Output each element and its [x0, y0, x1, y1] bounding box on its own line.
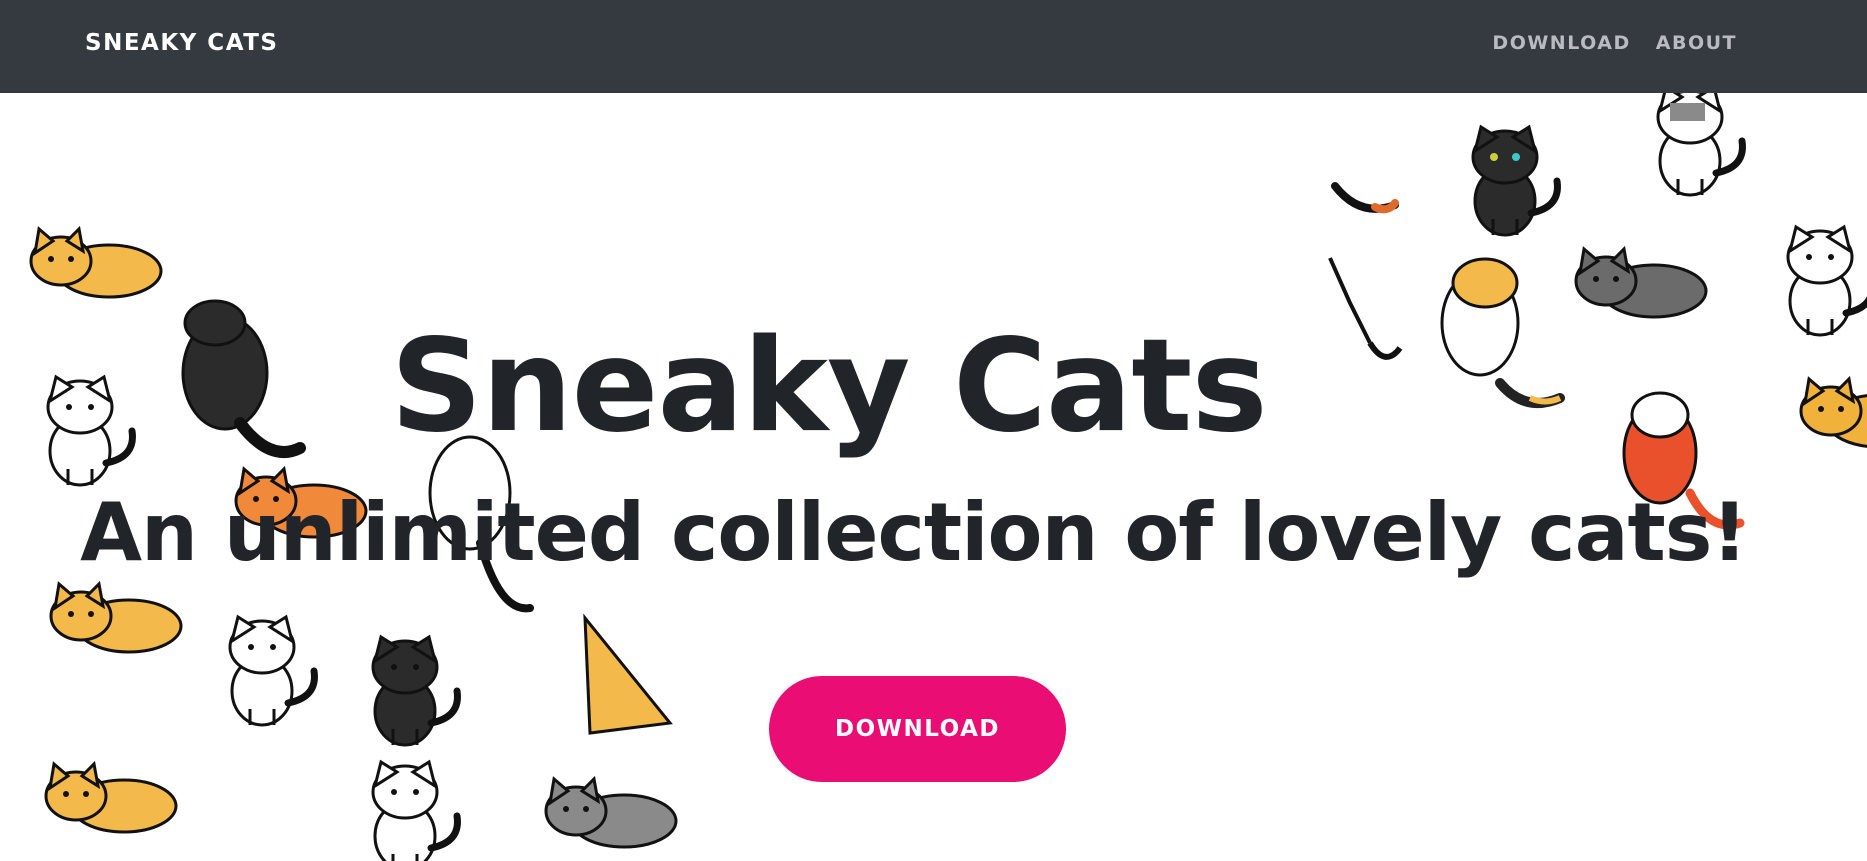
download-button[interactable]: DOWNLOAD	[769, 676, 1066, 782]
cat-lying-icon	[49, 582, 183, 654]
cat-lying-icon	[544, 777, 678, 849]
cat-sitting-icon	[373, 762, 457, 861]
brand-link[interactable]: SNEAKY CATS	[85, 0, 278, 86]
cat-lying-icon	[29, 227, 163, 299]
cat-sitting-icon	[230, 617, 314, 725]
cat-sitting-icon	[373, 637, 457, 745]
cat-partial-icon	[583, 613, 673, 735]
cat-sitting-icon	[1788, 227, 1867, 335]
cat-sitting-icon	[1473, 127, 1557, 235]
hero-title: Sneaky Cats	[390, 312, 1267, 461]
navbar: SNEAKY CATS DOWNLOAD ABOUT	[0, 0, 1867, 93]
nav-link-about[interactable]: ABOUT	[1656, 0, 1737, 86]
hero-subtitle: An unlimited collection of lovely cats!	[80, 486, 1748, 579]
hero-section: Sneaky Cats An unlimited collection of l…	[0, 93, 1867, 861]
cat-lying-icon	[44, 762, 178, 834]
nav-links: DOWNLOAD ABOUT	[1492, 0, 1737, 86]
nav-link-download[interactable]: DOWNLOAD	[1492, 0, 1630, 86]
cat-lying-icon	[1574, 247, 1708, 319]
